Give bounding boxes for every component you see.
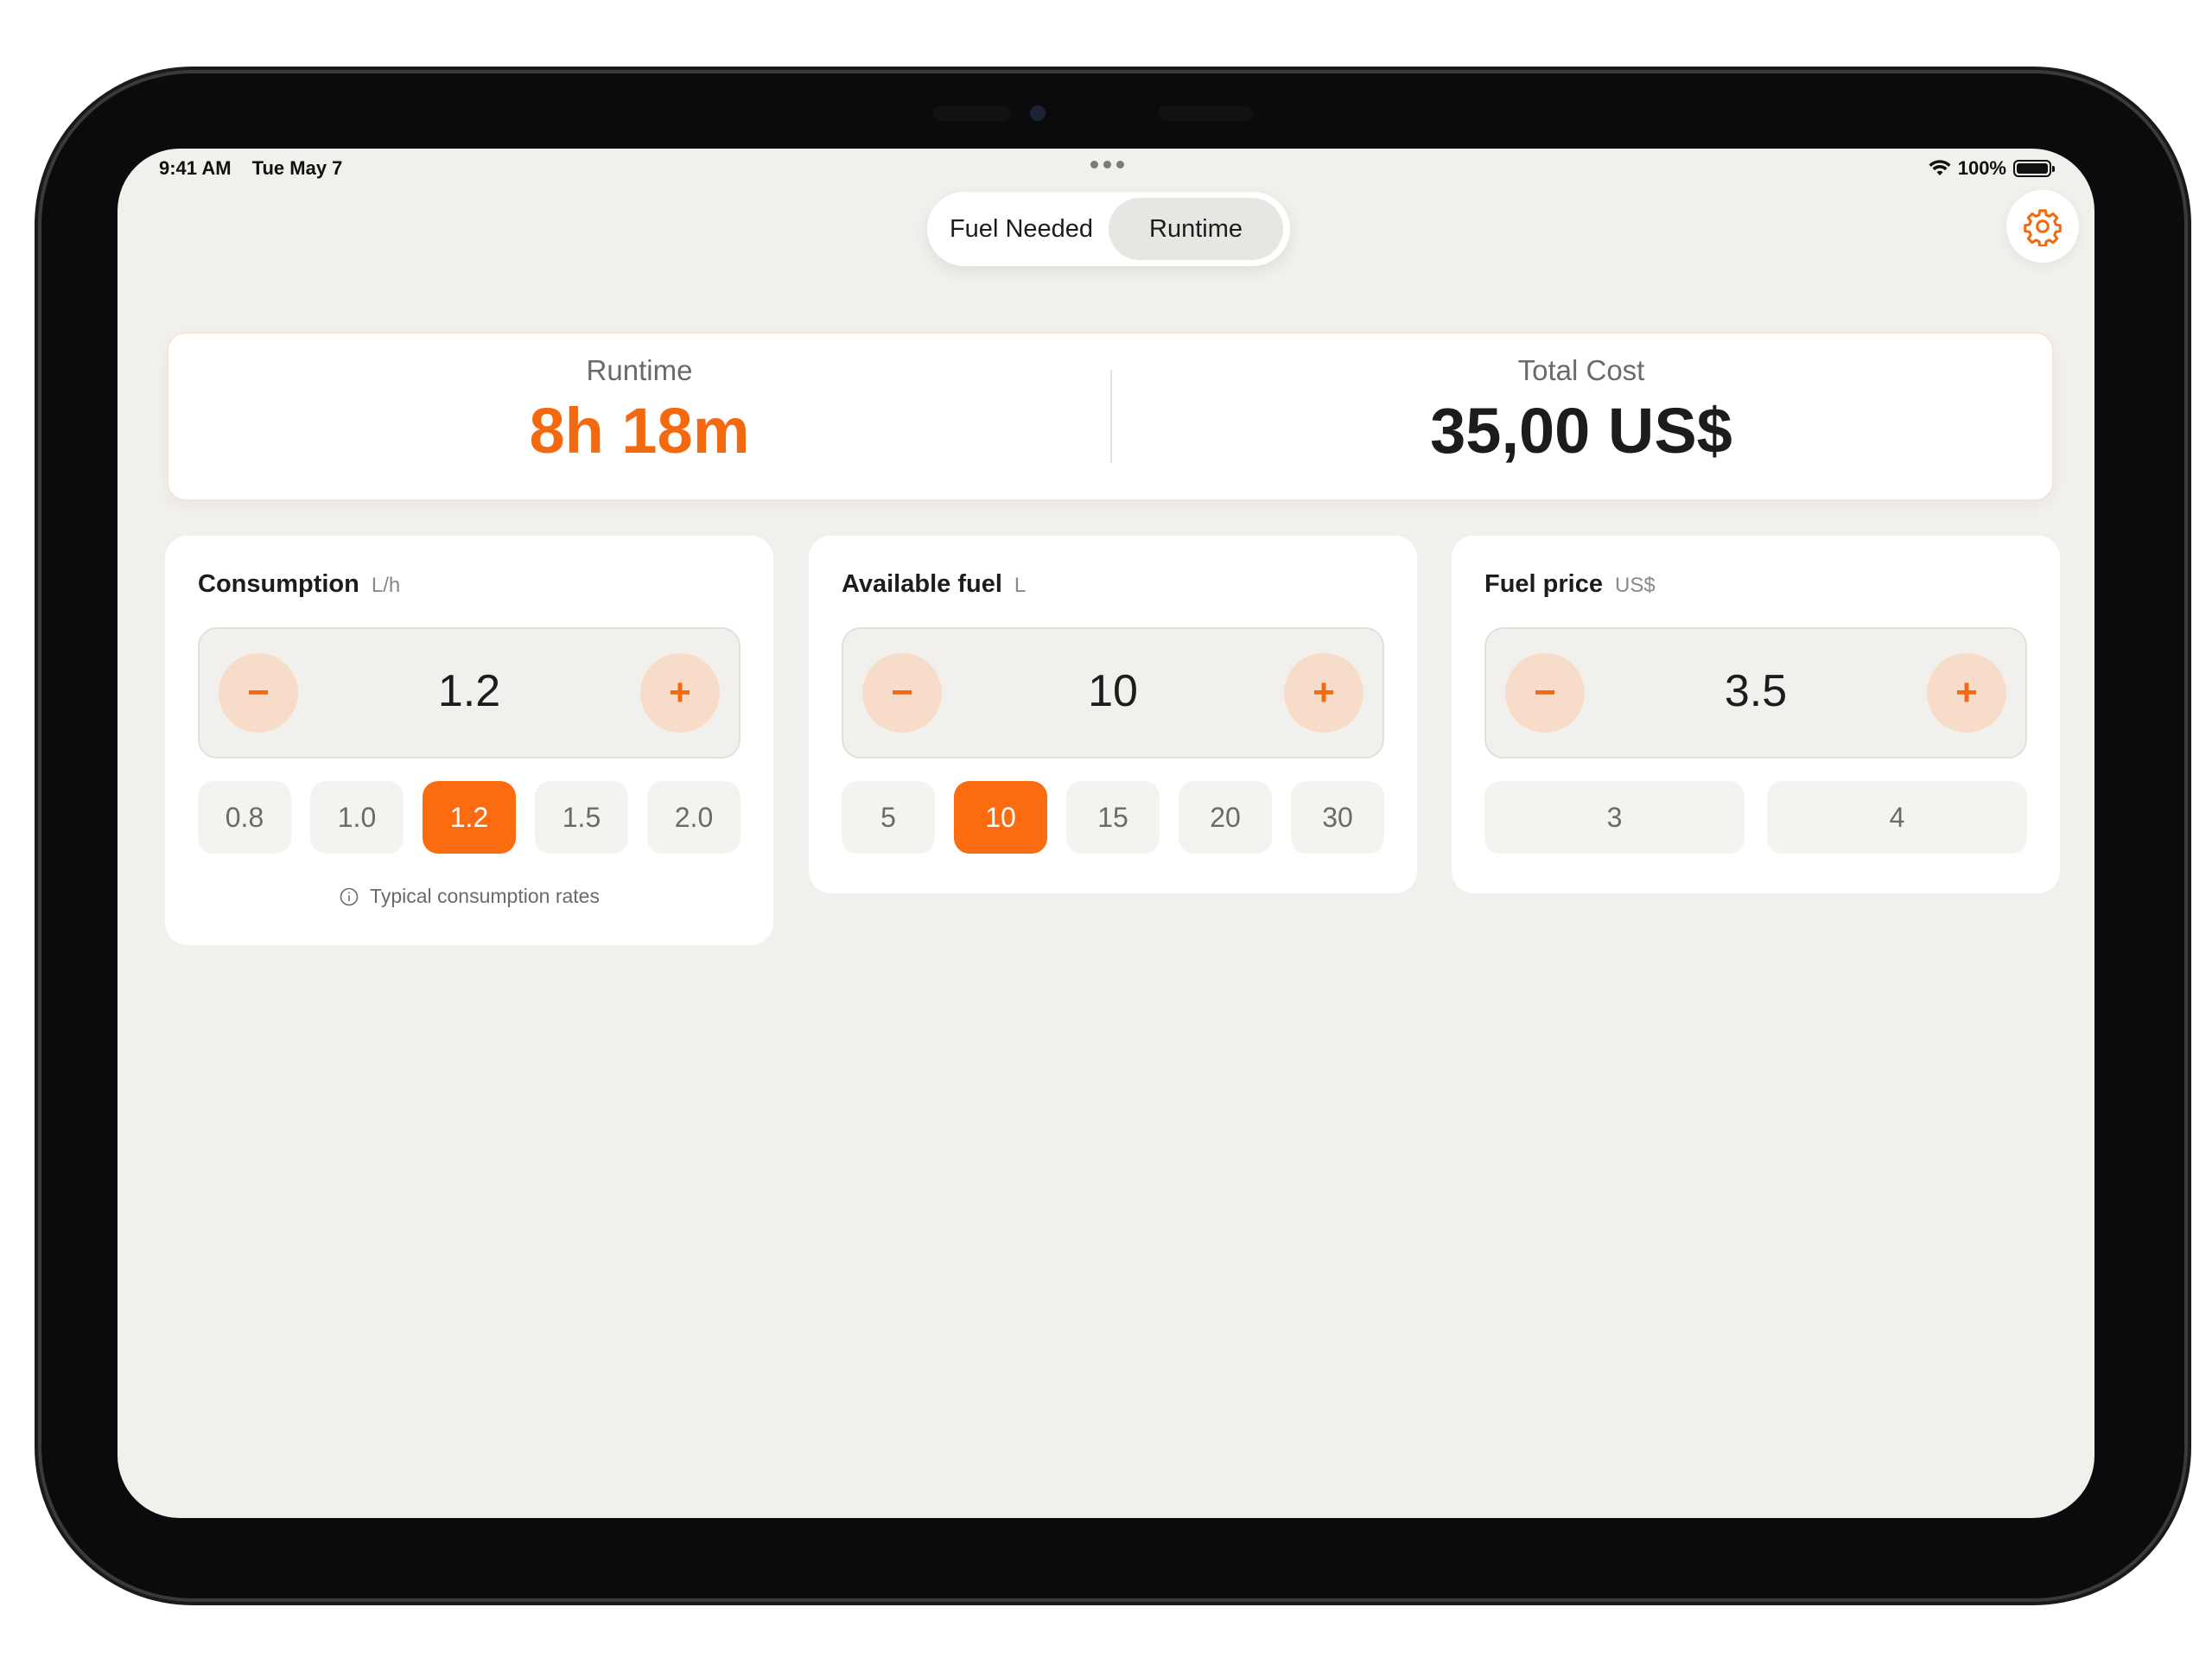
cost-label: Total Cost (1517, 354, 1645, 386)
runtime-value: 8h 18m (529, 395, 750, 467)
available-fuel-card: Available fuel L − 10 + 5 10 15 20 30 (809, 536, 1417, 893)
gear-icon (2024, 209, 2062, 246)
available-fuel-presets: 5 10 15 20 30 (842, 781, 1384, 854)
consumption-preset[interactable]: 0.8 (198, 781, 291, 854)
available-fuel-increment-button[interactable]: + (1284, 653, 1363, 733)
wifi-icon (1929, 160, 1951, 175)
consumption-preset[interactable]: 2.0 (647, 781, 741, 854)
available-fuel-unit: L (1014, 574, 1027, 597)
available-fuel-stepper: − 10 + (842, 627, 1384, 759)
available-fuel-preset[interactable]: 15 (1066, 781, 1160, 854)
fuel-price-increment-button[interactable]: + (1927, 653, 2006, 733)
fuel-price-title: Fuel price US$ (1484, 570, 1656, 599)
runtime-label: Runtime (586, 354, 693, 386)
fuel-price-title-text: Fuel price (1484, 570, 1603, 598)
settings-button[interactable] (2006, 190, 2079, 263)
runtime-result: Runtime 8h 18m (168, 354, 1110, 467)
battery-percentage: 100% (1957, 157, 2006, 179)
status-time: 9:41 AM (159, 157, 232, 179)
status-date: Tue May 7 (251, 157, 343, 179)
screen: 9:41 AM Tue May 7 100% Fuel Needed Runti… (118, 149, 2094, 1518)
mode-toggle[interactable]: Fuel Needed Runtime (927, 192, 1290, 266)
available-fuel-title-text: Available fuel (842, 570, 1002, 598)
consumption-presets: 0.8 1.0 1.2 1.5 2.0 (198, 781, 741, 854)
cost-value: 35,00 US$ (1430, 395, 1732, 467)
available-fuel-preset-selected[interactable]: 10 (954, 781, 1047, 854)
consumption-title: Consumption L/h (198, 570, 400, 599)
cost-result: Total Cost 35,00 US$ (1110, 354, 2052, 467)
battery-icon (2013, 160, 2055, 177)
tab-fuel-needed[interactable]: Fuel Needed (934, 198, 1109, 260)
consumption-increment-button[interactable]: + (640, 653, 720, 733)
consumption-hint[interactable]: Typical consumption rates (165, 885, 773, 908)
camera-bar (933, 105, 1011, 121)
fuel-price-card: Fuel price US$ − 3.5 + 3 4 (1452, 536, 2060, 893)
results-card: Runtime 8h 18m Total Cost 35,00 US$ (167, 332, 2054, 501)
available-fuel-title: Available fuel L (842, 570, 1026, 599)
fuel-price-presets: 3 4 (1484, 781, 2027, 854)
status-time-date: 9:41 AM Tue May 7 (159, 157, 342, 180)
fuel-price-unit: US$ (1615, 574, 1656, 597)
camera-lens (1030, 105, 1046, 121)
consumption-stepper: − 1.2 + (198, 627, 741, 759)
consumption-preset[interactable]: 1.5 (535, 781, 628, 854)
tab-runtime[interactable]: Runtime (1109, 198, 1283, 260)
status-indicators: 100% (1929, 157, 2055, 180)
sensor-bar (1158, 105, 1253, 121)
multitasking-dots-icon[interactable] (1090, 161, 1124, 168)
consumption-preset-selected[interactable]: 1.2 (423, 781, 516, 854)
info-icon (340, 887, 359, 905)
available-fuel-preset[interactable]: 5 (842, 781, 935, 854)
fuel-price-preset[interactable]: 3 (1484, 781, 1745, 854)
consumption-unit: L/h (371, 574, 401, 597)
consumption-title-text: Consumption (198, 570, 359, 598)
consumption-card: Consumption L/h − 1.2 + 0.8 1.0 1.2 1.5 2… (165, 536, 773, 945)
fuel-price-preset[interactable]: 4 (1767, 781, 2027, 854)
consumption-preset[interactable]: 1.0 (310, 781, 404, 854)
available-fuel-preset[interactable]: 30 (1291, 781, 1384, 854)
fuel-price-stepper: − 3.5 + (1484, 627, 2027, 759)
consumption-hint-text: Typical consumption rates (370, 885, 600, 907)
available-fuel-preset[interactable]: 20 (1179, 781, 1272, 854)
